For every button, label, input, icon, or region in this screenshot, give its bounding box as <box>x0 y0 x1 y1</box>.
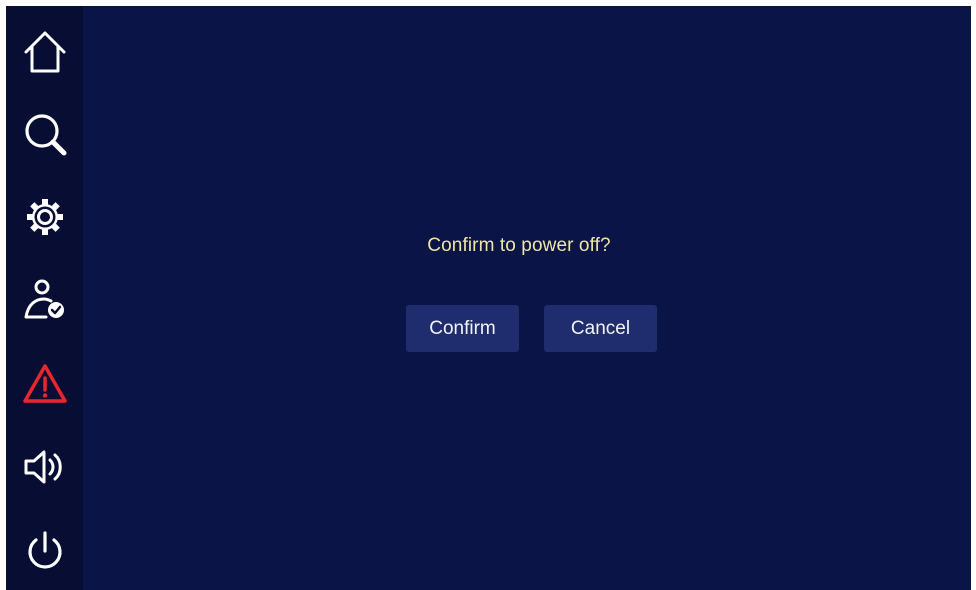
cancel-button[interactable]: Cancel <box>544 305 657 352</box>
sidebar-item-alarm[interactable] <box>6 354 83 414</box>
sidebar-item-settings[interactable] <box>6 187 83 247</box>
sidebar-item-sound[interactable] <box>6 437 83 497</box>
sidebar-item-home[interactable] <box>6 22 83 82</box>
sidebar-item-power[interactable] <box>6 521 83 581</box>
search-icon <box>24 114 66 156</box>
user-check-icon <box>24 279 64 319</box>
main-panel: Confirm to power off? Confirm Cancel <box>83 6 971 590</box>
power-icon <box>27 531 62 569</box>
app-screen: Confirm to power off? Confirm Cancel <box>6 6 971 590</box>
home-icon <box>24 31 65 73</box>
speaker-icon <box>24 450 62 484</box>
sidebar-item-users[interactable] <box>6 270 83 330</box>
sidebar <box>6 6 83 590</box>
sidebar-item-search[interactable] <box>6 104 83 164</box>
warning-icon <box>22 364 67 403</box>
gear-icon <box>26 199 63 235</box>
power-off-prompt: Confirm to power off? <box>427 235 611 256</box>
confirm-button[interactable]: Confirm <box>406 305 519 352</box>
